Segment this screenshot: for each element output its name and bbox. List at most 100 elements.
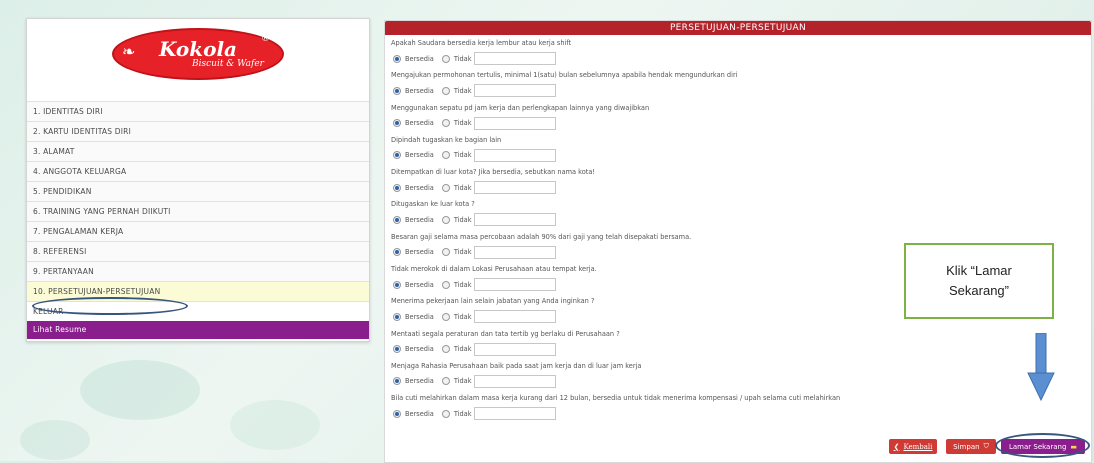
- radio-tidak[interactable]: [441, 119, 450, 128]
- question-item: Mengajukan permohonan tertulis, minimal …: [391, 69, 1091, 101]
- sidebar-item-training[interactable]: 6. TRAINING YANG PERNAH DIIKUTI: [27, 201, 369, 221]
- reason-input[interactable]: [473, 342, 556, 356]
- back-button[interactable]: ❮ Kembali: [889, 439, 937, 454]
- radio-tidak[interactable]: [441, 54, 450, 63]
- question-item: Ditempatkan di luar kota? Jika bersedia,…: [391, 166, 1091, 198]
- sidebar-item-kartu-identitas[interactable]: 2. KARTU IDENTITAS DIRI: [27, 121, 369, 141]
- option-label-tidak: Tidak: [453, 119, 472, 128]
- sidebar-item-anggota-keluarga[interactable]: 4. ANGGOTA KELUARGA: [27, 161, 369, 181]
- sidebar-item-alamat[interactable]: 3. ALAMAT: [27, 141, 369, 161]
- radio-tidak[interactable]: [441, 151, 450, 160]
- question-item: Ditugaskan ke luar kota ? Bersedia Tidak: [391, 198, 1091, 230]
- radio-tidak[interactable]: [441, 312, 450, 321]
- kokola-logo: ❧ Kokola Biscuit & Wafer ®: [112, 28, 284, 80]
- question-item: Bila cuti melahirkan dalam masa kerja ku…: [391, 392, 1091, 424]
- question-text: Apakah Saudara bersedia kerja lembur ata…: [391, 39, 572, 47]
- logo-mark-icon: ❧: [122, 42, 136, 61]
- reason-input[interactable]: [473, 181, 556, 195]
- reason-input[interactable]: [473, 245, 556, 259]
- option-label-tidak: Tidak: [453, 377, 472, 386]
- reason-input[interactable]: [473, 213, 556, 227]
- reason-input[interactable]: [473, 116, 556, 130]
- answer-row: Bersedia Tidak: [391, 340, 1091, 359]
- question-text: Menjaga Rahasia Perusahaan baik pada saa…: [391, 361, 642, 370]
- radio-tidak[interactable]: [441, 409, 450, 418]
- radio-bersedia[interactable]: [393, 215, 401, 224]
- radio-bersedia[interactable]: [393, 119, 401, 128]
- answer-row: Bersedia Tidak: [391, 114, 1091, 133]
- radio-bersedia[interactable]: [393, 312, 401, 321]
- save-button-label: Simpan: [953, 442, 980, 451]
- question-item: Mentaati segala peraturan dan tata terti…: [391, 328, 1091, 360]
- radio-bersedia[interactable]: [393, 409, 401, 418]
- save-icon: ⛉: [983, 442, 989, 450]
- option-label-bersedia: Bersedia: [405, 119, 434, 128]
- save-button[interactable]: Simpan ⛉: [946, 439, 996, 454]
- radio-bersedia[interactable]: [393, 183, 401, 192]
- reason-input[interactable]: [473, 407, 556, 421]
- question-text: Ditempatkan di luar kota? Jika bersedia,…: [391, 168, 596, 177]
- down-arrow-icon: [1027, 333, 1055, 401]
- option-label-tidak: Tidak: [453, 345, 472, 354]
- radio-bersedia[interactable]: [393, 151, 401, 160]
- question-text: Menggunakan sepatu pd jam kerja dan perl…: [391, 103, 650, 112]
- option-label-tidak: Tidak: [453, 409, 472, 418]
- option-label-bersedia: Bersedia: [405, 215, 434, 224]
- radio-bersedia[interactable]: [393, 377, 401, 386]
- answer-row: Bersedia Tidak: [391, 178, 1091, 197]
- sidebar-item-referensi[interactable]: 8. REFERENSI: [27, 241, 369, 261]
- answer-row: Bersedia Tidak: [391, 49, 1091, 68]
- option-label-bersedia: Bersedia: [405, 280, 434, 289]
- reason-input[interactable]: [473, 374, 556, 388]
- sidebar-item-pendidikan[interactable]: 5. PENDIDIKAN: [27, 181, 369, 201]
- answer-row: Bersedia Tidak: [391, 404, 1091, 423]
- radio-bersedia[interactable]: [393, 248, 401, 257]
- question-text: Mentaati segala peraturan dan tata terti…: [391, 329, 620, 338]
- instruction-callout: Klik “Lamar Sekarang”: [904, 243, 1054, 319]
- sidebar-item-lihat-resume[interactable]: Lihat Resume: [27, 321, 369, 339]
- reason-input[interactable]: [473, 84, 556, 98]
- question-text: Bila cuti melahirkan dalam masa kerja ku…: [391, 394, 841, 403]
- reason-input[interactable]: [473, 278, 556, 292]
- radio-tidak[interactable]: [441, 345, 450, 354]
- question-list: Apakah Saudara bersedia kerja lembur ata…: [385, 35, 1091, 425]
- logo-brand: Kokola: [158, 36, 238, 61]
- radio-tidak[interactable]: [441, 215, 450, 224]
- radio-bersedia[interactable]: [393, 280, 401, 289]
- reason-input[interactable]: [473, 148, 556, 162]
- option-label-bersedia: Bersedia: [405, 409, 434, 418]
- answer-row: Bersedia Tidak: [391, 146, 1091, 165]
- answer-row: Bersedia Tidak: [391, 210, 1091, 229]
- logo-registered-mark: ®: [261, 34, 270, 44]
- radio-tidak[interactable]: [441, 86, 450, 95]
- option-label-tidak: Tidak: [453, 86, 472, 95]
- option-label-bersedia: Bersedia: [405, 248, 434, 257]
- option-label-bersedia: Bersedia: [405, 183, 434, 192]
- question-text: Besaran gaji selama masa percobaan adala…: [391, 232, 692, 241]
- sidebar-item-pengalaman-kerja[interactable]: 7. PENGALAMAN KERJA: [27, 221, 369, 241]
- option-label-tidak: Tidak: [453, 183, 472, 192]
- logo-tagline: Biscuit & Wafer: [192, 58, 264, 69]
- reason-input[interactable]: [473, 52, 556, 65]
- highlight-oval-menu: [32, 297, 188, 315]
- question-text: Mengajukan permohonan tertulis, minimal …: [391, 71, 738, 80]
- radio-bersedia[interactable]: [393, 86, 401, 95]
- radio-tidak[interactable]: [441, 248, 450, 257]
- reason-input[interactable]: [473, 310, 556, 324]
- option-label-tidak: Tidak: [453, 215, 472, 224]
- radio-tidak[interactable]: [441, 280, 450, 289]
- sidebar-item-identitas-diri[interactable]: 1. IDENTITAS DIRI: [27, 101, 369, 121]
- question-text: Dipindah tugaskan ke bagian lain: [391, 135, 502, 144]
- question-item: Menjaga Rahasia Perusahaan baik pada saa…: [391, 360, 1091, 392]
- panel-title: PERSETUJUAN-PERSETUJUAN: [385, 21, 1091, 35]
- question-item: Dipindah tugaskan ke bagian lain Bersedi…: [391, 134, 1091, 166]
- radio-bersedia[interactable]: [393, 345, 401, 354]
- option-label-tidak: Tidak: [453, 312, 472, 321]
- sidebar-item-pertanyaan[interactable]: 9. PERTANYAAN: [27, 261, 369, 281]
- radio-tidak[interactable]: [441, 183, 450, 192]
- back-button-label: Kembali: [903, 442, 933, 451]
- option-label-bersedia: Bersedia: [405, 377, 434, 386]
- radio-bersedia[interactable]: [393, 54, 401, 63]
- navigation-panel: ❧ Kokola Biscuit & Wafer ® 1. IDENTITAS …: [26, 18, 370, 342]
- radio-tidak[interactable]: [441, 377, 450, 386]
